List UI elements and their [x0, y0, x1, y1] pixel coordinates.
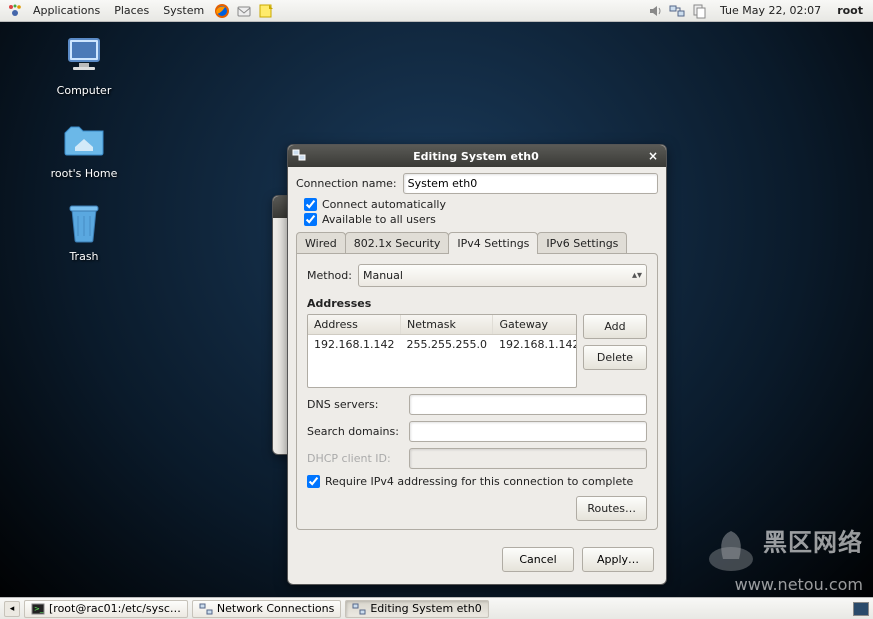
addresses-table[interactable]: Address Netmask Gateway 192.168.1.142 25… — [307, 314, 577, 388]
chevron-updown-icon: ▴▾ — [632, 270, 642, 281]
desktop-icon-computer[interactable]: Computer — [40, 32, 128, 97]
clipboard-icon[interactable] — [691, 3, 707, 19]
edit-connection-dialog: Editing System eth0 × Connection name: C… — [287, 144, 667, 585]
method-label: Method: — [307, 269, 352, 282]
close-icon[interactable]: × — [644, 149, 662, 163]
connection-name-label: Connection name: — [296, 177, 397, 190]
computer-icon — [60, 32, 108, 80]
network-settings-icon — [292, 148, 308, 164]
window-icon — [277, 199, 287, 215]
volume-icon[interactable] — [647, 3, 663, 19]
task-label: [root@rac01:/etc/sysc… — [49, 602, 181, 615]
routes-button[interactable]: Routes… — [576, 496, 647, 521]
network-icon — [199, 602, 213, 616]
dhcp-client-id-input — [409, 448, 647, 469]
available-all-users-label: Available to all users — [322, 213, 436, 226]
delete-button[interactable]: Delete — [583, 345, 647, 370]
task-network-connections[interactable]: Network Connections — [192, 600, 341, 618]
connection-name-input[interactable] — [403, 173, 658, 194]
desktop-icon-trash[interactable]: Trash — [40, 198, 128, 263]
desktop-icons: Computer root's Home Trash — [40, 32, 128, 281]
menu-applications[interactable]: Applications — [26, 2, 107, 19]
col-netmask[interactable]: Netmask — [400, 315, 492, 335]
home-folder-icon — [60, 115, 108, 163]
desktop-icon-label: Computer — [40, 84, 128, 97]
mail-icon[interactable] — [236, 3, 252, 19]
available-all-users-checkbox[interactable] — [304, 213, 317, 226]
cancel-button[interactable]: Cancel — [502, 547, 574, 572]
dhcp-client-id-label: DHCP client ID: — [307, 452, 403, 465]
dns-servers-label: DNS servers: — [307, 398, 403, 411]
tab-wired[interactable]: Wired — [296, 232, 346, 254]
cell-netmask: 255.255.255.0 — [400, 335, 492, 355]
dns-servers-input[interactable] — [409, 394, 647, 415]
desktop-icon-home[interactable]: root's Home — [40, 115, 128, 180]
tab-8021x-security[interactable]: 802.1x Security — [345, 232, 450, 254]
terminal-icon: >_ — [31, 602, 45, 616]
require-ipv4-label: Require IPv4 addressing for this connect… — [325, 475, 633, 488]
workspace-switcher[interactable] — [853, 602, 869, 616]
cell-gateway: 192.168.1.142 — [493, 335, 577, 355]
ipv4-settings-panel: Method: Manual ▴▾ Addresses Address Netm… — [296, 253, 658, 530]
svg-text:>_: >_ — [34, 605, 44, 613]
task-editing-eth0[interactable]: Editing System eth0 — [345, 600, 488, 618]
tab-ipv6-settings[interactable]: IPv6 Settings — [537, 232, 627, 254]
desktop-icon-label: root's Home — [40, 167, 128, 180]
watermark-line2: www.netou.com — [735, 575, 863, 594]
require-ipv4-checkbox[interactable] — [307, 475, 320, 488]
bottom-panel: ◂ >_ [root@rac01:/etc/sysc… Network Conn… — [0, 597, 873, 619]
tab-ipv4-settings[interactable]: IPv4 Settings — [448, 232, 538, 254]
col-address[interactable]: Address — [308, 315, 400, 335]
addresses-title: Addresses — [307, 297, 647, 310]
task-terminal[interactable]: >_ [root@rac01:/etc/sysc… — [24, 600, 188, 618]
menu-system[interactable]: System — [156, 2, 211, 19]
search-domains-input[interactable] — [409, 421, 647, 442]
firefox-icon[interactable] — [214, 3, 230, 19]
add-button[interactable]: Add — [583, 314, 647, 339]
search-domains-label: Search domains: — [307, 425, 403, 438]
desktop-icon-label: Trash — [40, 250, 128, 263]
top-panel: Applications Places System Tue May 22, 0… — [0, 0, 873, 22]
trash-icon — [60, 198, 108, 246]
panel-hide-button[interactable]: ◂ — [4, 601, 20, 617]
network-icon[interactable] — [669, 3, 685, 19]
method-select[interactable]: Manual ▴▾ — [358, 264, 647, 287]
menu-places[interactable]: Places — [107, 2, 156, 19]
apply-button[interactable]: Apply… — [582, 547, 654, 572]
gnome-foot-icon — [7, 3, 23, 19]
task-label: Editing System eth0 — [370, 602, 481, 615]
notes-icon[interactable] — [258, 3, 274, 19]
tabs: Wired 802.1x Security IPv4 Settings IPv6… — [296, 232, 658, 254]
cell-address: 192.168.1.142 — [308, 335, 400, 355]
watermark: 黑区网络 www.netou.com — [703, 519, 863, 595]
dialog-title: Editing System eth0 — [308, 150, 644, 163]
clock[interactable]: Tue May 22, 02:07 — [710, 2, 831, 19]
method-value: Manual — [363, 269, 403, 282]
table-row[interactable]: 192.168.1.142 255.255.255.0 192.168.1.14… — [308, 335, 577, 355]
user-menu[interactable]: root — [831, 2, 869, 19]
watermark-line1: 黑区网络 — [763, 529, 863, 557]
connect-automatically-label: Connect automatically — [322, 198, 446, 211]
col-gateway[interactable]: Gateway — [493, 315, 577, 335]
network-settings-icon — [352, 602, 366, 616]
dialog-titlebar[interactable]: Editing System eth0 × — [288, 145, 666, 167]
task-label: Network Connections — [217, 602, 334, 615]
connect-automatically-checkbox[interactable] — [304, 198, 317, 211]
